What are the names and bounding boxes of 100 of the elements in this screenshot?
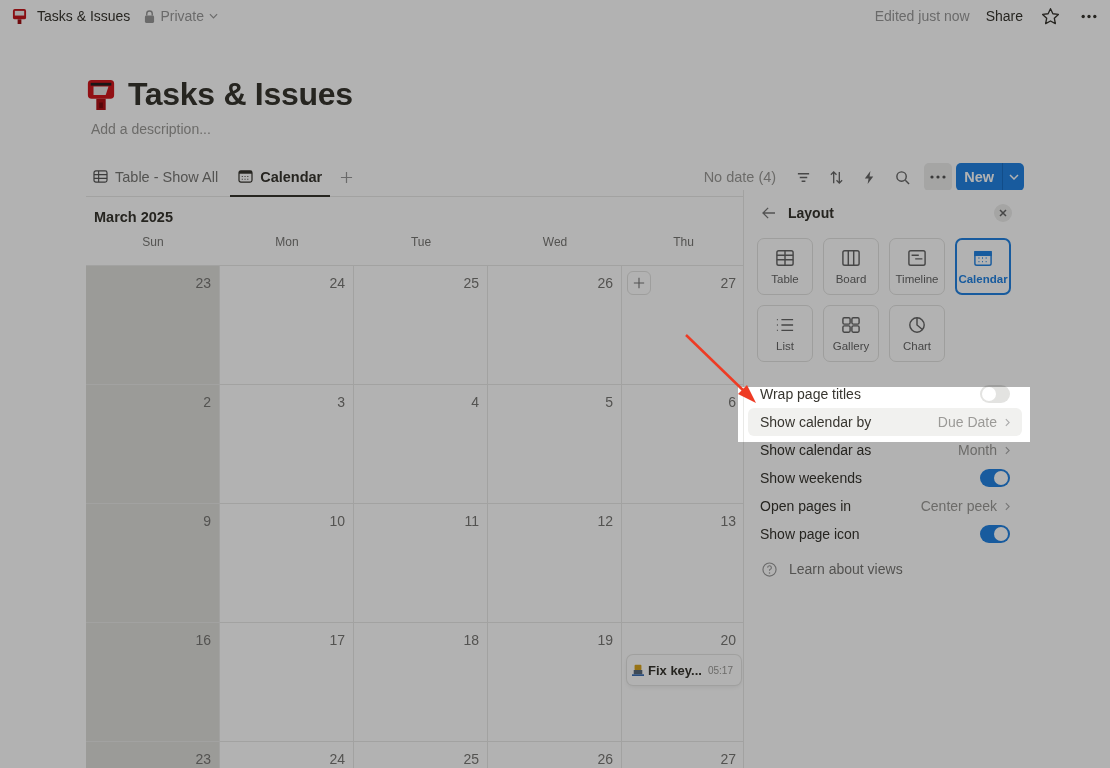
toggle-switch[interactable] <box>980 525 1010 543</box>
day-cell[interactable]: 20 Fix key... 05:17 <box>622 623 743 742</box>
day-cell[interactable]: 10 <box>220 504 354 623</box>
board-icon <box>841 248 861 267</box>
day-cell[interactable]: 16 <box>86 623 220 742</box>
mailbox-icon[interactable] <box>86 77 116 112</box>
day-cell[interactable]: 25 <box>354 266 488 385</box>
setting-label: Wrap page titles <box>760 386 862 402</box>
day-number: 24 <box>329 275 345 291</box>
table-icon <box>93 170 108 183</box>
view-tab[interactable]: Table - Show All <box>91 158 221 197</box>
setting-row[interactable]: Wrap page titles <box>748 380 1022 408</box>
day-number: 19 <box>597 632 613 648</box>
day-number: 12 <box>597 513 613 529</box>
day-cell[interactable]: 19 <box>488 623 622 742</box>
day-cell[interactable]: 26 <box>488 266 622 385</box>
weekday-label: Sun <box>142 235 164 249</box>
mailbox-icon <box>12 7 27 25</box>
day-cell[interactable]: 24 <box>220 742 354 768</box>
chevron-icon <box>1005 445 1010 455</box>
day-number: 27 <box>720 751 736 767</box>
day-number: 16 <box>195 632 211 648</box>
day-number: 13 <box>720 513 736 529</box>
view-tab[interactable]: Calendar <box>230 158 331 197</box>
day-cell[interactable]: 9 <box>86 504 220 623</box>
day-number: 25 <box>463 275 479 291</box>
setting-row[interactable]: Show page icon <box>748 520 1022 548</box>
calendar-icon <box>973 248 993 267</box>
day-cell[interactable]: 23 <box>86 742 220 768</box>
toggle-switch[interactable] <box>980 469 1010 487</box>
day-cell[interactable]: 18 <box>354 623 488 742</box>
lock-icon <box>144 9 156 23</box>
weekday-label: Tue <box>410 235 432 249</box>
close-icon[interactable] <box>994 204 1012 222</box>
chevron-down-icon <box>1008 174 1019 180</box>
new-button[interactable]: New <box>956 163 1002 191</box>
sort-icon[interactable] <box>829 169 845 185</box>
plus-icon <box>633 277 645 289</box>
day-number: 26 <box>597 751 613 767</box>
chevron-down-icon <box>208 13 218 19</box>
layout-option[interactable]: Calendar <box>955 238 1011 295</box>
layout-option[interactable]: Table <box>757 238 813 295</box>
weekday-label: Thu <box>673 235 694 249</box>
setting-option[interactable]: Open pages in Center peek <box>748 492 1022 520</box>
day-cell[interactable]: 2 <box>86 385 220 504</box>
share-button[interactable]: Share <box>985 8 1023 24</box>
day-number: 4 <box>471 394 479 410</box>
layout-option[interactable]: List <box>757 305 813 362</box>
timeline-icon <box>907 248 927 267</box>
toggle-switch[interactable] <box>980 385 1010 403</box>
day-number: 10 <box>329 513 345 529</box>
setting-label: Show calendar by <box>760 414 873 430</box>
layout-option[interactable]: Gallery <box>823 305 879 362</box>
table-icon <box>775 248 795 267</box>
day-cell[interactable]: 26 <box>488 742 622 768</box>
day-number: 6 <box>728 394 736 410</box>
event-card[interactable]: Fix key... 05:17 <box>627 655 741 685</box>
day-cell[interactable]: 17 <box>220 623 354 742</box>
day-cell[interactable]: 24 <box>220 266 354 385</box>
day-cell[interactable]: 23 <box>86 266 220 385</box>
day-number: 17 <box>329 632 345 648</box>
setting-option[interactable]: Show calendar by Due Date <box>748 408 1022 436</box>
layout-option[interactable]: Board <box>823 238 879 295</box>
day-number: 26 <box>597 275 613 291</box>
search-icon[interactable] <box>895 169 911 185</box>
setting-row[interactable]: Show weekends <box>748 464 1022 492</box>
star-icon[interactable] <box>1041 6 1060 26</box>
layout-option[interactable]: Timeline <box>889 238 945 295</box>
page-title[interactable]: Tasks & Issues <box>128 76 353 113</box>
day-number: 5 <box>605 394 613 410</box>
gallery-icon <box>841 315 861 334</box>
setting-option[interactable]: Show calendar as Month <box>748 436 1022 464</box>
add-view-icon[interactable] <box>340 170 354 184</box>
day-cell[interactable]: 12 <box>488 504 622 623</box>
setting-value: Center peek <box>920 498 997 514</box>
setting-label: Show page icon <box>760 526 861 542</box>
day-cell[interactable]: 4 <box>354 385 488 504</box>
more-icon[interactable] <box>1080 13 1098 19</box>
day-number: 18 <box>463 632 479 648</box>
day-number: 20 <box>720 632 736 648</box>
new-menu-button[interactable] <box>1002 163 1024 191</box>
day-number: 23 <box>195 275 211 291</box>
chevron-icon <box>1005 417 1010 427</box>
setting-label: Show calendar as <box>760 442 873 458</box>
page-breadcrumb[interactable]: Tasks & Issues <box>37 8 131 24</box>
privacy-button[interactable]: Private <box>144 8 218 24</box>
day-cell[interactable]: 11 <box>354 504 488 623</box>
setting-value: Due Date <box>937 414 997 430</box>
month-heading: March 2025 <box>93 208 174 227</box>
no-date-button[interactable]: No date (4) <box>703 169 777 185</box>
day-cell[interactable]: 5 <box>488 385 622 504</box>
chevron-icon <box>1005 501 1010 511</box>
layout-option[interactable]: Chart <box>889 305 945 362</box>
day-number: 23 <box>195 751 211 767</box>
day-cell[interactable]: 25 <box>354 742 488 768</box>
help-link[interactable]: Learn about views <box>789 561 903 577</box>
day-number: 3 <box>337 394 345 410</box>
help-icon <box>762 561 777 577</box>
day-cell[interactable]: 3 <box>220 385 354 504</box>
back-arrow-icon[interactable] <box>762 207 776 219</box>
